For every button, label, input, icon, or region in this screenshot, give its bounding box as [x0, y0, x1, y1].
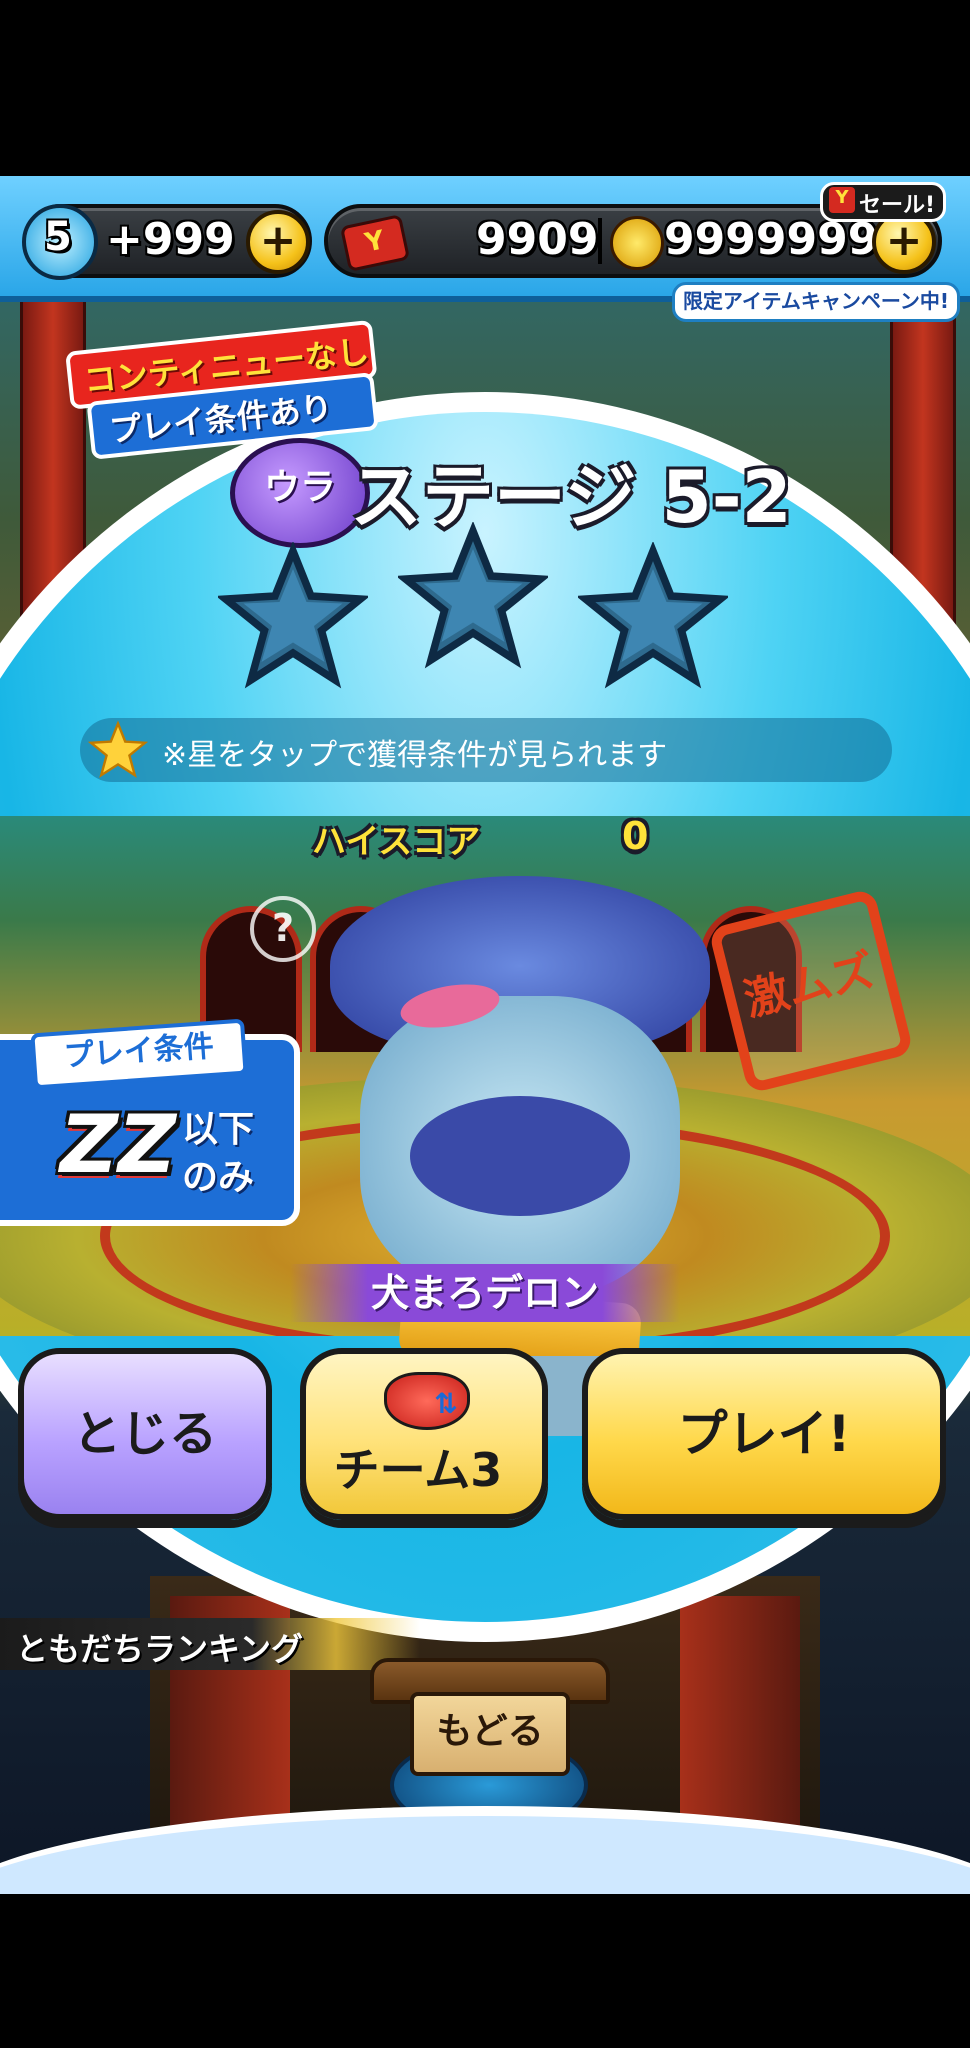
watch-icon: 5 [22, 204, 98, 280]
star-icon [575, 540, 731, 689]
star-icon [395, 520, 551, 669]
play-condition-suffix-line1: 以下 [182, 1109, 255, 1150]
star-icon [215, 540, 371, 689]
play-condition-panel: プレイ条件 ZZ 以下 のみ [0, 1018, 300, 1226]
friend-ranking-label: ともだちランキング [16, 1630, 304, 1668]
play-condition-title: プレイ条件 [62, 1028, 215, 1075]
play-button[interactable]: プレイ! [582, 1348, 946, 1520]
sale-icon: Y [829, 187, 855, 213]
campaign-banner[interactable]: 限定アイテムキャンペーン中! [672, 282, 960, 322]
sale-label: セール! [859, 193, 936, 218]
play-button-label: プレイ! [677, 1405, 851, 1463]
currency-divider [598, 218, 602, 264]
star-slot-3[interactable] [575, 540, 731, 696]
star-slot-1[interactable] [215, 540, 371, 696]
star-hint-bar[interactable]: ※星をタップで獲得条件が見られます [80, 718, 892, 782]
boss-name: 犬まろデロン [370, 1271, 599, 1315]
play-condition-rank: ZZ [60, 1098, 177, 1191]
sale-badge[interactable]: Y セール! [820, 182, 946, 222]
team-swap-icon: ⇅ [384, 1372, 470, 1430]
highscore-value: 0 [622, 814, 649, 858]
yellow-star-icon [88, 720, 148, 778]
swap-arrows-icon: ⇅ [434, 1387, 458, 1420]
close-button[interactable]: とじる [18, 1348, 272, 1520]
team-button-label: チーム3 [333, 1443, 503, 1497]
back-sign-board: もどる [410, 1692, 570, 1776]
boss-name-plate: 犬まろデロン [290, 1264, 680, 1322]
play-condition-suffix-line2: のみ [182, 1157, 255, 1198]
spirit-counter: 5 +999 + [22, 204, 312, 280]
gacha-ticket-count: 9909 [476, 214, 599, 265]
ura-label: ウラ [263, 467, 336, 508]
game-screen: 5 +999 + Y 9909 9999999 + Y セール! 限定アイテムキ… [0, 176, 970, 1894]
back-button-label: もどる [436, 1711, 544, 1752]
star-hint-text: ※星をタップで獲得条件が見られます [162, 738, 668, 773]
ura-badge: ウラ [230, 438, 370, 548]
top-bar: 5 +999 + Y 9909 9999999 + Y セール! 限定アイテムキ… [0, 176, 970, 322]
gacha-ticket-icon: Y [339, 214, 411, 272]
boss-beard [410, 1096, 630, 1216]
close-button-label: とじる [72, 1406, 217, 1462]
spirit-count: +999 [106, 214, 235, 265]
highscore-label: ハイスコア [312, 822, 481, 862]
difficulty-stamp-text: 激ムズ [739, 944, 880, 1027]
campaign-banner-label: 限定アイテムキャンペーン中! [682, 289, 950, 313]
add-spirit-button[interactable]: + [246, 210, 310, 274]
back-button[interactable]: もどる [370, 1658, 610, 1778]
friend-ranking-bar[interactable]: ともだちランキング [0, 1618, 420, 1670]
team-button[interactable]: ⇅ チーム3 [300, 1348, 548, 1520]
money-icon [610, 216, 664, 270]
star-slot-2[interactable] [395, 520, 551, 676]
watch-level: 5 [44, 214, 72, 260]
